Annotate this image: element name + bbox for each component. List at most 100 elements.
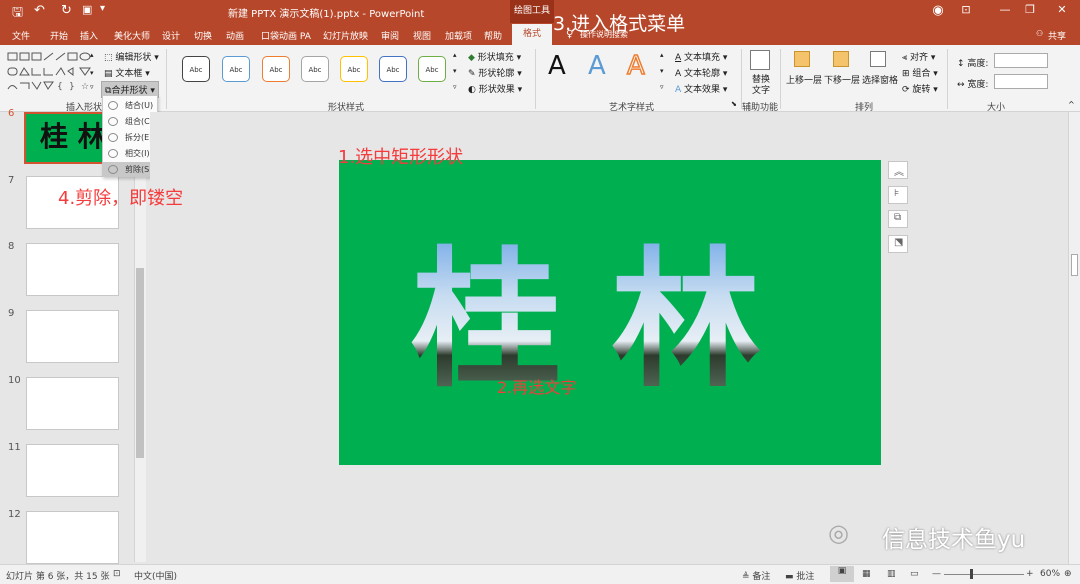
spellcheck-icon[interactable]: ⊡ [113,569,121,579]
tab-help[interactable]: 帮助 [484,29,502,42]
styles-gallery-more-icon[interactable]: ▿ [453,83,457,91]
ribbon-display-options-button[interactable]: ⊡ [954,3,978,16]
text-outline-button[interactable]: A 文本轮廓 ▾ [675,66,727,79]
rotate-button[interactable]: ⟳ 旋转 ▾ [902,82,938,95]
shape-style-preset-4[interactable]: Abc [301,56,329,82]
merge-combine-item[interactable]: 组合(C) [103,114,157,129]
collapse-ribbon-icon[interactable]: ^ [1068,100,1075,109]
redo-icon[interactable]: ↻ [61,3,72,18]
zoom-out-button[interactable]: — [932,569,941,579]
restore-button[interactable]: ❐ [1018,3,1042,16]
share-icon[interactable]: ⚇ [1036,29,1043,38]
tab-design[interactable]: 设计 [162,29,180,42]
customize-qat-icon[interactable]: ▾ [100,3,105,14]
merge-union-item[interactable]: 结合(U) [103,98,157,113]
text-effects-button[interactable]: A 文本效果 ▾ [675,82,727,95]
shape-style-preset-2[interactable]: Abc [222,56,250,82]
wordart-gallery-more-icon[interactable]: ▿ [660,83,664,91]
slideshow-button[interactable]: ▭ [910,569,919,579]
wordart-gallery-up-icon[interactable]: ▴ [660,51,664,59]
shapes-gallery[interactable]: {} ☆ [6,51,98,95]
slide-thumbnail-10[interactable] [26,377,119,430]
edit-shape-button[interactable]: ⬚ 编辑形状 ▾ [104,50,159,63]
merge-intersect-item[interactable]: 相交(I) [103,146,157,161]
slide-thumbnail-11[interactable] [26,444,119,497]
styles-gallery-down-icon[interactable]: ▾ [453,67,457,75]
shape-outline-button[interactable]: ✎ 形状轮廓 ▾ [468,66,522,79]
slide-sorter-button[interactable]: ▦ [862,569,871,579]
wordart-style-blue[interactable]: A [588,51,606,81]
shape-style-preset-7[interactable]: Abc [418,56,446,82]
tab-addins[interactable]: 加载项 [445,29,472,42]
main-scrollbar-thumb[interactable] [1071,254,1078,276]
arrange-layers-icon[interactable]: ⧉ [888,210,908,228]
save-icon[interactable]: 🖫 [12,3,23,25]
tab-view[interactable]: 视图 [413,29,431,42]
tab-animations[interactable]: 动画 [226,29,244,42]
tab-transitions[interactable]: 切换 [194,29,212,42]
minimize-button[interactable]: — [993,3,1017,16]
shape-style-preset-5[interactable]: Abc [340,56,368,82]
slide-thumbnail-12[interactable] [26,511,119,564]
wordart-style-orange-outline[interactable]: A [626,50,645,82]
alt-text-icon[interactable] [750,50,770,70]
selection-pane-icon[interactable] [870,51,886,67]
tab-file[interactable]: 文件 [12,29,30,42]
wordart-style-black[interactable]: A [548,51,566,81]
normal-view-button[interactable]: ▣ [830,566,854,582]
tab-format[interactable]: 格式 [512,24,552,45]
share-button[interactable]: 共享 [1048,29,1066,42]
height-input[interactable] [994,53,1048,68]
align-button[interactable]: ⫷ 对齐 ▾ [902,50,935,63]
reading-view-button[interactable]: ▥ [887,569,896,579]
zoom-in-button[interactable]: + [1026,569,1034,579]
thumbnails-scrollbar-thumb[interactable] [136,268,144,458]
wordart-dialog-launcher-icon[interactable]: ⬊ [731,100,737,108]
language-indicator[interactable]: 中文(中国) [134,569,177,582]
group-button[interactable]: ⊞ 组合 ▾ [902,66,938,79]
collapse-up-icon[interactable]: ︽ [888,161,908,179]
crop-select-icon[interactable]: ⬔ [888,235,908,253]
fit-to-window-icon[interactable]: ⊕ [1064,569,1072,579]
shapes-gallery-scroll-down-icon[interactable]: ▾ [90,69,94,77]
bring-forward-icon[interactable] [794,51,810,67]
tab-slideshow[interactable]: 幻灯片放映 [323,29,368,42]
shape-style-preset-3[interactable]: Abc [262,56,290,82]
notes-button[interactable]: ≜ 备注 [742,569,770,582]
shape-style-preset-6[interactable]: Abc [379,56,407,82]
slide-canvas[interactable]: 桂 林 桂 林 [339,160,881,465]
account-avatar-icon[interactable]: ◉ [926,3,950,18]
tab-insert[interactable]: 插入 [80,29,98,42]
styles-gallery-up-icon[interactable]: ▴ [453,51,457,59]
close-button[interactable]: ✕ [1050,3,1074,16]
shapes-gallery-more-icon[interactable]: ▿ [90,83,94,91]
wordart-gallery-down-icon[interactable]: ▾ [660,67,664,75]
shape-effects-button[interactable]: ◐ 形状效果 ▾ [468,82,522,95]
text-box-button[interactable]: ▤ 文本框 ▾ [104,66,150,79]
undo-icon[interactable]: ↶ [34,3,45,18]
shapes-gallery-scroll-up-icon[interactable]: ▴ [90,51,94,59]
bring-forward-button[interactable]: 上移一层 [786,73,822,86]
shape-fill-button[interactable]: ◆ 形状填充 ▾ [468,50,521,63]
start-presentation-icon[interactable]: ▣ [82,3,92,16]
width-input[interactable] [994,74,1048,89]
send-backward-icon[interactable] [833,51,849,67]
main-scrollbar[interactable] [1068,112,1080,564]
zoom-slider-thumb[interactable] [970,569,973,579]
selection-pane-button[interactable]: 选择窗格 [862,73,898,86]
tab-review[interactable]: 审阅 [381,29,399,42]
zoom-slider[interactable] [944,574,1024,575]
shape-style-preset-1[interactable]: Abc [182,56,210,82]
layout-options-icon[interactable]: ⊧ [888,186,908,204]
comments-button[interactable]: ▬ 批注 [785,569,814,582]
zoom-level[interactable]: 60% [1040,569,1060,579]
send-backward-button[interactable]: 下移一层 [824,73,860,86]
slide-thumbnail-9[interactable] [26,310,119,363]
merge-fragment-item[interactable]: 拆分(E) [103,130,157,145]
tab-beautify[interactable]: 美化大师 [114,29,150,42]
tab-home[interactable]: 开始 [50,29,68,42]
text-fill-button[interactable]: A 文本填充 ▾ [675,50,727,63]
slide-thumbnail-8[interactable] [26,243,119,296]
tab-pocket-animation[interactable]: 口袋动画 PA [261,29,311,42]
merge-subtract-item[interactable]: 剪除(S) [103,162,157,177]
